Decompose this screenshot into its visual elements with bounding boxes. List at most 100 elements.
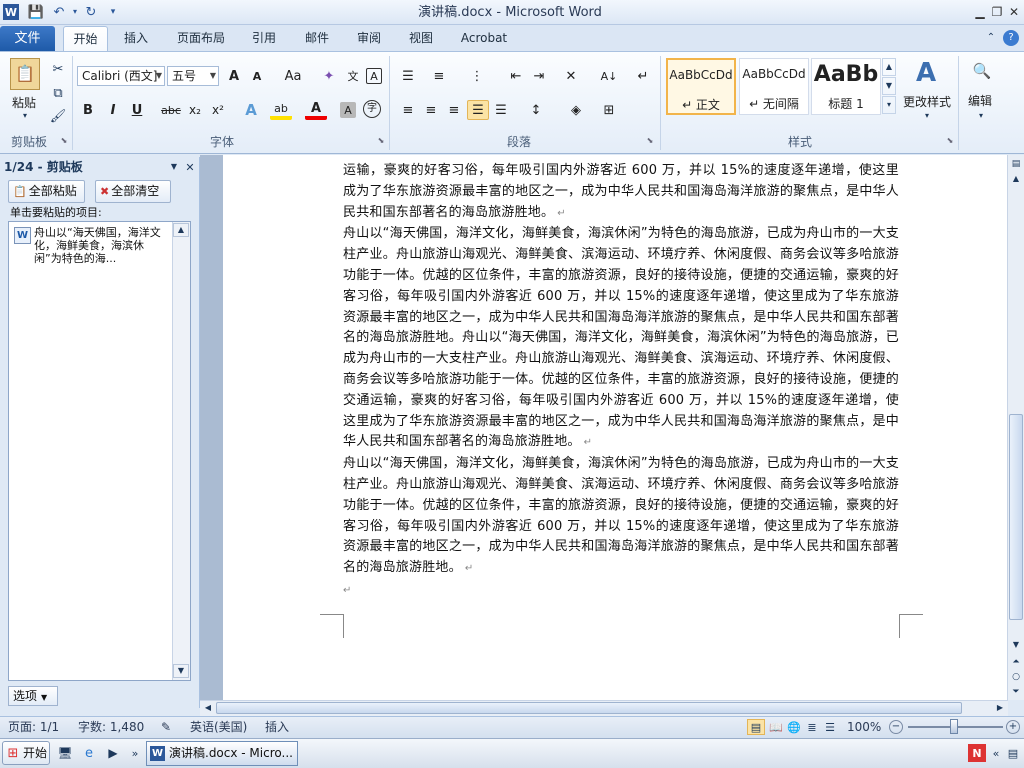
subscript-button[interactable]: x₂ [184,100,206,120]
font-color-button[interactable]: A [305,100,327,120]
font-dialog-launcher-icon[interactable]: ⬊ [376,136,386,146]
clipboard-item[interactable]: 舟山以“海天佛国，海洋文化，海鲜美食，海滨休闲”为特色的海... [12,226,162,265]
styles-scroll-up-icon[interactable]: ▲ [882,58,896,76]
tab-home[interactable]: 开始 [63,26,108,51]
italic-button[interactable]: I [102,100,124,120]
copy-icon[interactable]: ⧉ [49,84,67,102]
superscript-button[interactable]: x² [207,100,229,120]
previous-page-icon[interactable]: ⏶ [1009,655,1023,669]
clipboard-dialog-launcher-icon[interactable]: ⬊ [59,136,69,146]
help-icon[interactable]: ? [1003,30,1019,46]
zoom-slider-thumb[interactable] [950,719,958,734]
format-painter-icon[interactable]: 🖌 [49,107,67,125]
tab-review[interactable]: 审阅 [349,26,389,51]
line-spacing-icon[interactable]: ↕ [525,100,547,120]
tray-network-icon[interactable]: ▤ [1005,744,1021,762]
multilevel-list-icon[interactable]: ⋮ [466,66,488,86]
print-layout-view-icon[interactable]: ▤ [747,719,765,735]
zoom-level[interactable]: 100% [847,716,881,738]
numbering-icon[interactable]: ≡ [428,66,450,86]
full-screen-reading-icon[interactable]: 📖 [768,719,784,735]
change-styles-dropdown-icon[interactable]: ▾ [922,111,932,121]
styles-scroll-down-icon[interactable]: ▼ [882,77,896,95]
font-name-combo[interactable]: Calibri (西文] ▼ [77,66,165,86]
document-body[interactable]: 运输，豪爽的好客习俗，每年吸引国内外游客近 600 万，并以 15%的速度逐年递… [343,161,899,602]
horizontal-scroll-thumb[interactable] [216,702,962,714]
font-size-combo[interactable]: 五号 ▼ [167,66,219,86]
word-count-status[interactable]: 字数: 1,480 [78,716,144,738]
tab-mailings[interactable]: 邮件 [297,26,337,51]
tab-view[interactable]: 视图 [401,26,441,51]
sort-icon[interactable]: A↓ [598,66,620,86]
ie-icon[interactable]: e [80,744,98,762]
change-case-button[interactable]: Aa [280,66,306,86]
strikethrough-button[interactable]: abc [160,100,182,120]
outline-view-icon[interactable]: ≣ [804,719,820,735]
find-icon[interactable]: 🔍 [971,60,993,82]
pane-close-icon[interactable]: ✕ [183,160,197,174]
insert-mode-status[interactable]: 插入 [265,716,289,738]
align-center-icon[interactable]: ≡ [420,100,442,120]
phonetic-guide-icon[interactable]: 文 [342,66,364,86]
tray-app-icon[interactable]: N [968,744,986,762]
paste-icon[interactable]: 📋 [10,58,40,90]
show-marks-icon[interactable]: ↵ [632,66,654,86]
clipboard-list-scrollbar[interactable] [172,222,190,680]
taskbar-word-window[interactable]: 演讲稿.docx - Micro... [146,741,298,766]
list-scroll-down-icon[interactable]: ▼ [173,664,189,678]
quick-launch-more-icon[interactable]: » [128,744,142,762]
change-styles-icon[interactable]: A [912,58,940,88]
draft-view-icon[interactable]: ☰ [822,719,838,735]
justify-icon[interactable]: ☰ [467,100,489,120]
scroll-right-icon[interactable]: ▶ [994,702,1006,714]
customize-qat-icon[interactable]: ▾ [104,3,122,21]
next-page-icon[interactable]: ⏷ [1009,685,1023,699]
enclose-char-button[interactable]: 字 [363,100,381,118]
paragraph[interactable]: 运输，豪爽的好客习俗，每年吸引国内外游客近 600 万，并以 15%的速度逐年递… [343,161,899,224]
paste-dropdown-icon[interactable]: ▾ [20,111,30,121]
options-button[interactable]: 选项 ▼ [8,686,58,706]
style-no-spacing[interactable]: AaBbCcDd ↵ 无间隔 [739,58,809,115]
paragraph[interactable]: 舟山以“海天佛国，海洋文化，海鲜美食，海滨休闲”为特色的海岛旅游，已成为舟山市的… [343,454,899,580]
paste-all-button[interactable]: 📋 全部粘贴 [8,180,85,203]
list-scroll-up-icon[interactable]: ▲ [173,223,189,237]
proofing-icon[interactable]: ✎ [158,716,174,738]
clear-format-icon[interactable]: ✦ [318,66,340,86]
underline-button[interactable]: U [126,100,148,120]
char-border-icon[interactable]: A [366,68,382,84]
editing-dropdown-icon[interactable]: ▾ [976,111,986,121]
page-count-status[interactable]: 页面: 1/1 [8,716,59,738]
styles-more-icon[interactable]: ▾ [882,96,896,114]
highlight-button[interactable]: ab [270,100,292,120]
bullets-icon[interactable]: ☰ [397,66,419,86]
close-icon[interactable]: ✕ [1005,3,1023,21]
paste-button-label[interactable]: 粘贴 [12,94,36,111]
save-icon[interactable]: 💾 [27,3,45,21]
styles-dialog-launcher-icon[interactable]: ⬊ [945,136,955,146]
tab-references[interactable]: 引用 [244,26,284,51]
zoom-out-icon[interactable]: − [889,720,903,734]
vertical-scroll-thumb[interactable] [1009,414,1023,620]
tab-file[interactable]: 文件 [0,26,55,51]
shrink-font-button[interactable]: A [246,66,268,86]
media-player-icon[interactable]: ▶ [104,744,122,762]
tab-acrobat[interactable]: Acrobat [455,26,513,51]
word-app-icon[interactable]: W [3,4,19,20]
language-status[interactable]: 英语(美国) [190,716,247,738]
char-shading-button[interactable]: A [340,102,356,118]
chinese-layout-icon[interactable]: ✕ [560,66,582,86]
tab-page-layout[interactable]: 页面布局 [170,26,232,51]
decrease-indent-icon[interactable]: ⇤ [505,66,527,86]
increase-indent-icon[interactable]: ⇥ [528,66,550,86]
tab-insert[interactable]: 插入 [116,26,156,51]
zoom-in-icon[interactable]: + [1006,720,1020,734]
ruler-toggle-icon[interactable]: ▤ [1009,158,1023,170]
redo-icon[interactable]: ↻ [82,3,100,21]
scroll-left-icon[interactable]: ◀ [202,702,214,714]
change-styles-button-label[interactable]: 更改样式 [903,93,951,110]
tray-expand-icon[interactable]: « [989,744,1003,762]
distributed-icon[interactable]: ☰ [490,100,512,120]
show-desktop-icon[interactable]: 🖥 [56,744,74,762]
bold-button[interactable]: B [77,100,99,120]
grow-font-button[interactable]: A [223,66,245,86]
